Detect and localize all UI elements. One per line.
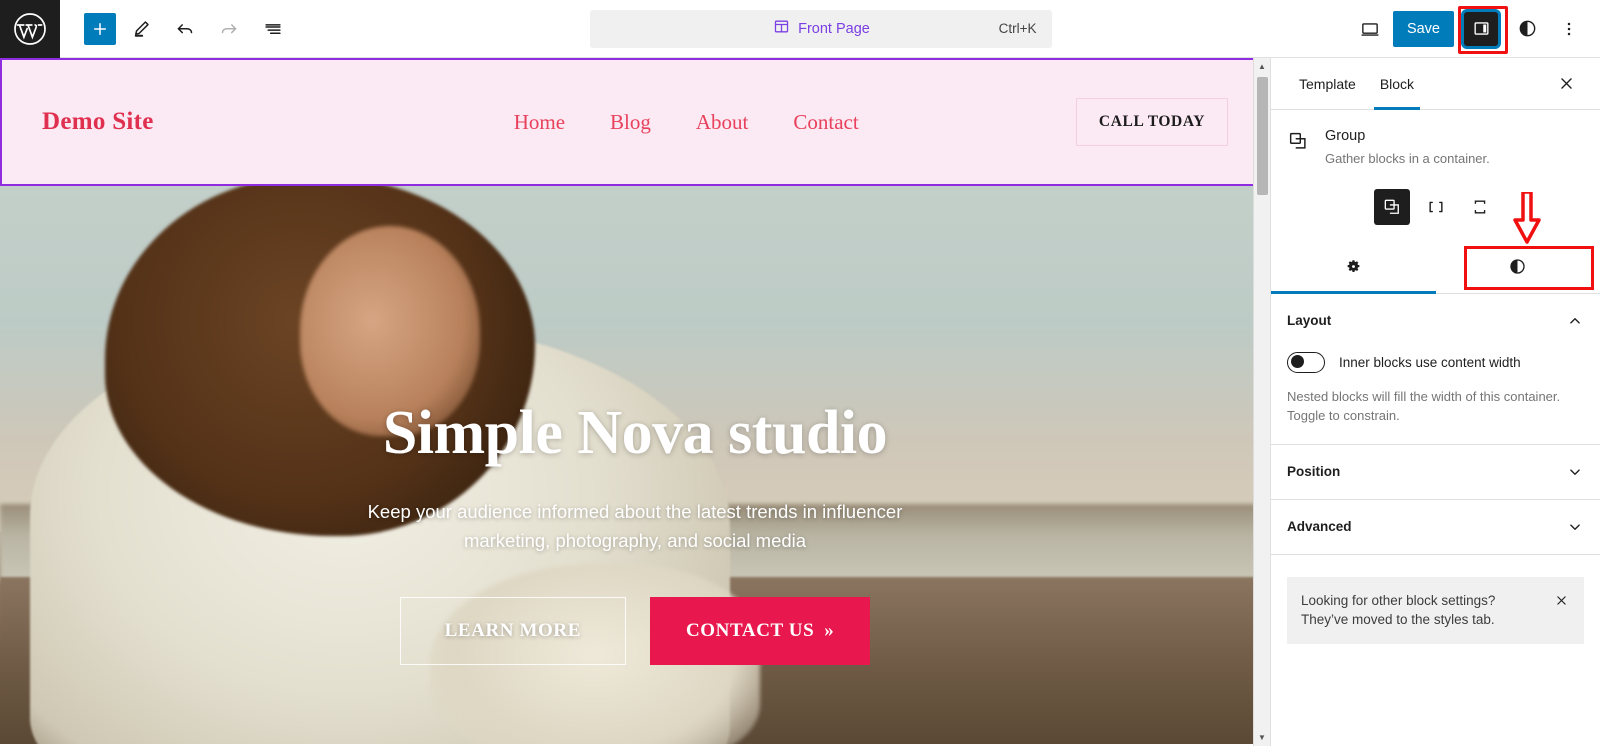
- nav-item-blog[interactable]: Blog: [610, 110, 651, 135]
- block-info-text: Group Gather blocks in a container.: [1325, 128, 1490, 169]
- scrollbar-up-arrow[interactable]: ▲: [1254, 58, 1271, 75]
- wordpress-site-editor: Front Page Ctrl+K Save Demo Site Home Bl…: [0, 0, 1600, 746]
- close-icon[interactable]: [1554, 593, 1570, 613]
- undo-icon[interactable]: [166, 10, 204, 48]
- site-header-group-block[interactable]: Demo Site Home Blog About Contact CALL T…: [0, 58, 1270, 186]
- toggle-knob: [1291, 355, 1304, 369]
- group-block-icon: [1287, 130, 1311, 169]
- close-sidebar-icon[interactable]: [1548, 66, 1584, 102]
- settings-tab[interactable]: [1271, 245, 1436, 294]
- call-today-button[interactable]: CALL TODAY: [1075, 98, 1228, 146]
- editor-top-toolbar: Front Page Ctrl+K Save: [0, 0, 1600, 58]
- panel-advanced-title: Advanced: [1287, 519, 1352, 535]
- hero-subtitle[interactable]: Keep your audience informed about the la…: [325, 498, 945, 555]
- panel-advanced-header[interactable]: Advanced: [1287, 518, 1584, 536]
- template-icon: [773, 18, 790, 40]
- nav-item-home[interactable]: Home: [514, 110, 565, 135]
- contact-us-label: CONTACT US: [685, 620, 815, 642]
- panel-layout-header[interactable]: Layout: [1287, 312, 1584, 330]
- variation-stack-button[interactable]: [1462, 189, 1498, 225]
- document-title: Front Page: [798, 20, 870, 37]
- scrollbar-thumb[interactable]: [1256, 77, 1268, 195]
- block-variations-group: [1271, 173, 1600, 235]
- canvas-scrollbar[interactable]: ▲ ▼: [1253, 58, 1270, 746]
- toolbar-left-group: [60, 10, 292, 48]
- contact-us-button[interactable]: CONTACT US »: [649, 597, 871, 666]
- nav-item-about[interactable]: About: [696, 110, 749, 135]
- document-title-bar[interactable]: Front Page Ctrl+K: [590, 9, 1053, 48]
- editor-body: Demo Site Home Blog About Contact CALL T…: [0, 58, 1600, 746]
- tab-template[interactable]: Template: [1287, 58, 1368, 110]
- document-shortcut: Ctrl+K: [998, 21, 1037, 36]
- hero-cover-block[interactable]: Simple Nova studio Keep your audience in…: [0, 186, 1270, 744]
- scrollbar-down-arrow[interactable]: ▼: [1254, 729, 1271, 746]
- panel-advanced: Advanced: [1271, 500, 1600, 555]
- toolbar-right-group: Save: [1351, 5, 1600, 54]
- editor-canvas: Demo Site Home Blog About Contact CALL T…: [0, 58, 1270, 746]
- desktop-preview-icon[interactable]: [1351, 10, 1389, 48]
- site-title[interactable]: Demo Site: [42, 108, 154, 136]
- inner-blocks-content-width-label: Inner blocks use content width: [1339, 354, 1521, 370]
- redo-icon[interactable]: [210, 10, 248, 48]
- save-button[interactable]: Save: [1392, 10, 1454, 47]
- styles-contrast-icon[interactable]: [1508, 10, 1546, 48]
- styles-moved-notice-text: Looking for other block settings? They’v…: [1301, 592, 1496, 628]
- block-description: Gather blocks in a container.: [1325, 151, 1490, 166]
- edit-tools-icon[interactable]: [122, 10, 160, 48]
- inner-blocks-content-width-toggle[interactable]: [1287, 351, 1325, 373]
- nav-item-contact[interactable]: Contact: [793, 110, 858, 135]
- list-view-icon[interactable]: [254, 10, 292, 48]
- styles-tab[interactable]: [1436, 245, 1600, 293]
- more-options-icon[interactable]: [1550, 10, 1588, 48]
- panel-position-title: Position: [1287, 464, 1341, 480]
- layout-help-text: Nested blocks will fill the width of thi…: [1287, 388, 1561, 424]
- settings-toggle-wrapper: [1458, 5, 1508, 54]
- learn-more-button[interactable]: LEARN MORE: [399, 597, 626, 666]
- variation-group-button[interactable]: [1373, 188, 1410, 225]
- panel-layout-title: Layout: [1287, 313, 1332, 329]
- styles-moved-notice: Looking for other block settings? They’v…: [1287, 576, 1584, 644]
- hero-title[interactable]: Simple Nova studio: [0, 400, 1270, 466]
- contrast-half-circle-icon: [1508, 257, 1527, 281]
- panel-position: Position: [1271, 445, 1600, 500]
- selected-block-info: Group Gather blocks in a container.: [1271, 110, 1600, 173]
- hero-content: Simple Nova studio Keep your audience in…: [0, 400, 1270, 666]
- panel-position-header[interactable]: Position: [1287, 463, 1584, 481]
- gear-icon: [1344, 257, 1363, 281]
- block-name: Group: [1325, 128, 1366, 144]
- chevron-down-icon[interactable]: [1566, 463, 1584, 481]
- wordpress-logo-icon[interactable]: [0, 0, 60, 58]
- chevron-double-right-icon: »: [824, 620, 835, 642]
- hero-buttons-group: LEARN MORE CONTACT US »: [0, 597, 1270, 666]
- settings-sidebar-toggle-button[interactable]: [1464, 11, 1498, 46]
- variation-row-button[interactable]: [1418, 189, 1454, 225]
- tab-block[interactable]: Block: [1368, 58, 1426, 110]
- chevron-down-icon[interactable]: [1566, 518, 1584, 536]
- site-navigation: Home Blog About Contact: [514, 110, 859, 135]
- chevron-up-icon[interactable]: [1566, 312, 1584, 330]
- add-block-button[interactable]: [84, 12, 116, 45]
- settings-sidebar: Template Block Group Gather blocks in a …: [1270, 58, 1600, 746]
- panel-layout: Layout Inner blocks use content width Ne…: [1271, 294, 1600, 445]
- sidebar-icon-tab-bar: [1271, 191, 1600, 294]
- inner-blocks-content-width-row: Inner blocks use content width: [1287, 351, 1584, 373]
- sidebar-tab-bar: Template Block: [1271, 58, 1600, 110]
- toolbar-center-group: Front Page Ctrl+K: [292, 9, 1351, 48]
